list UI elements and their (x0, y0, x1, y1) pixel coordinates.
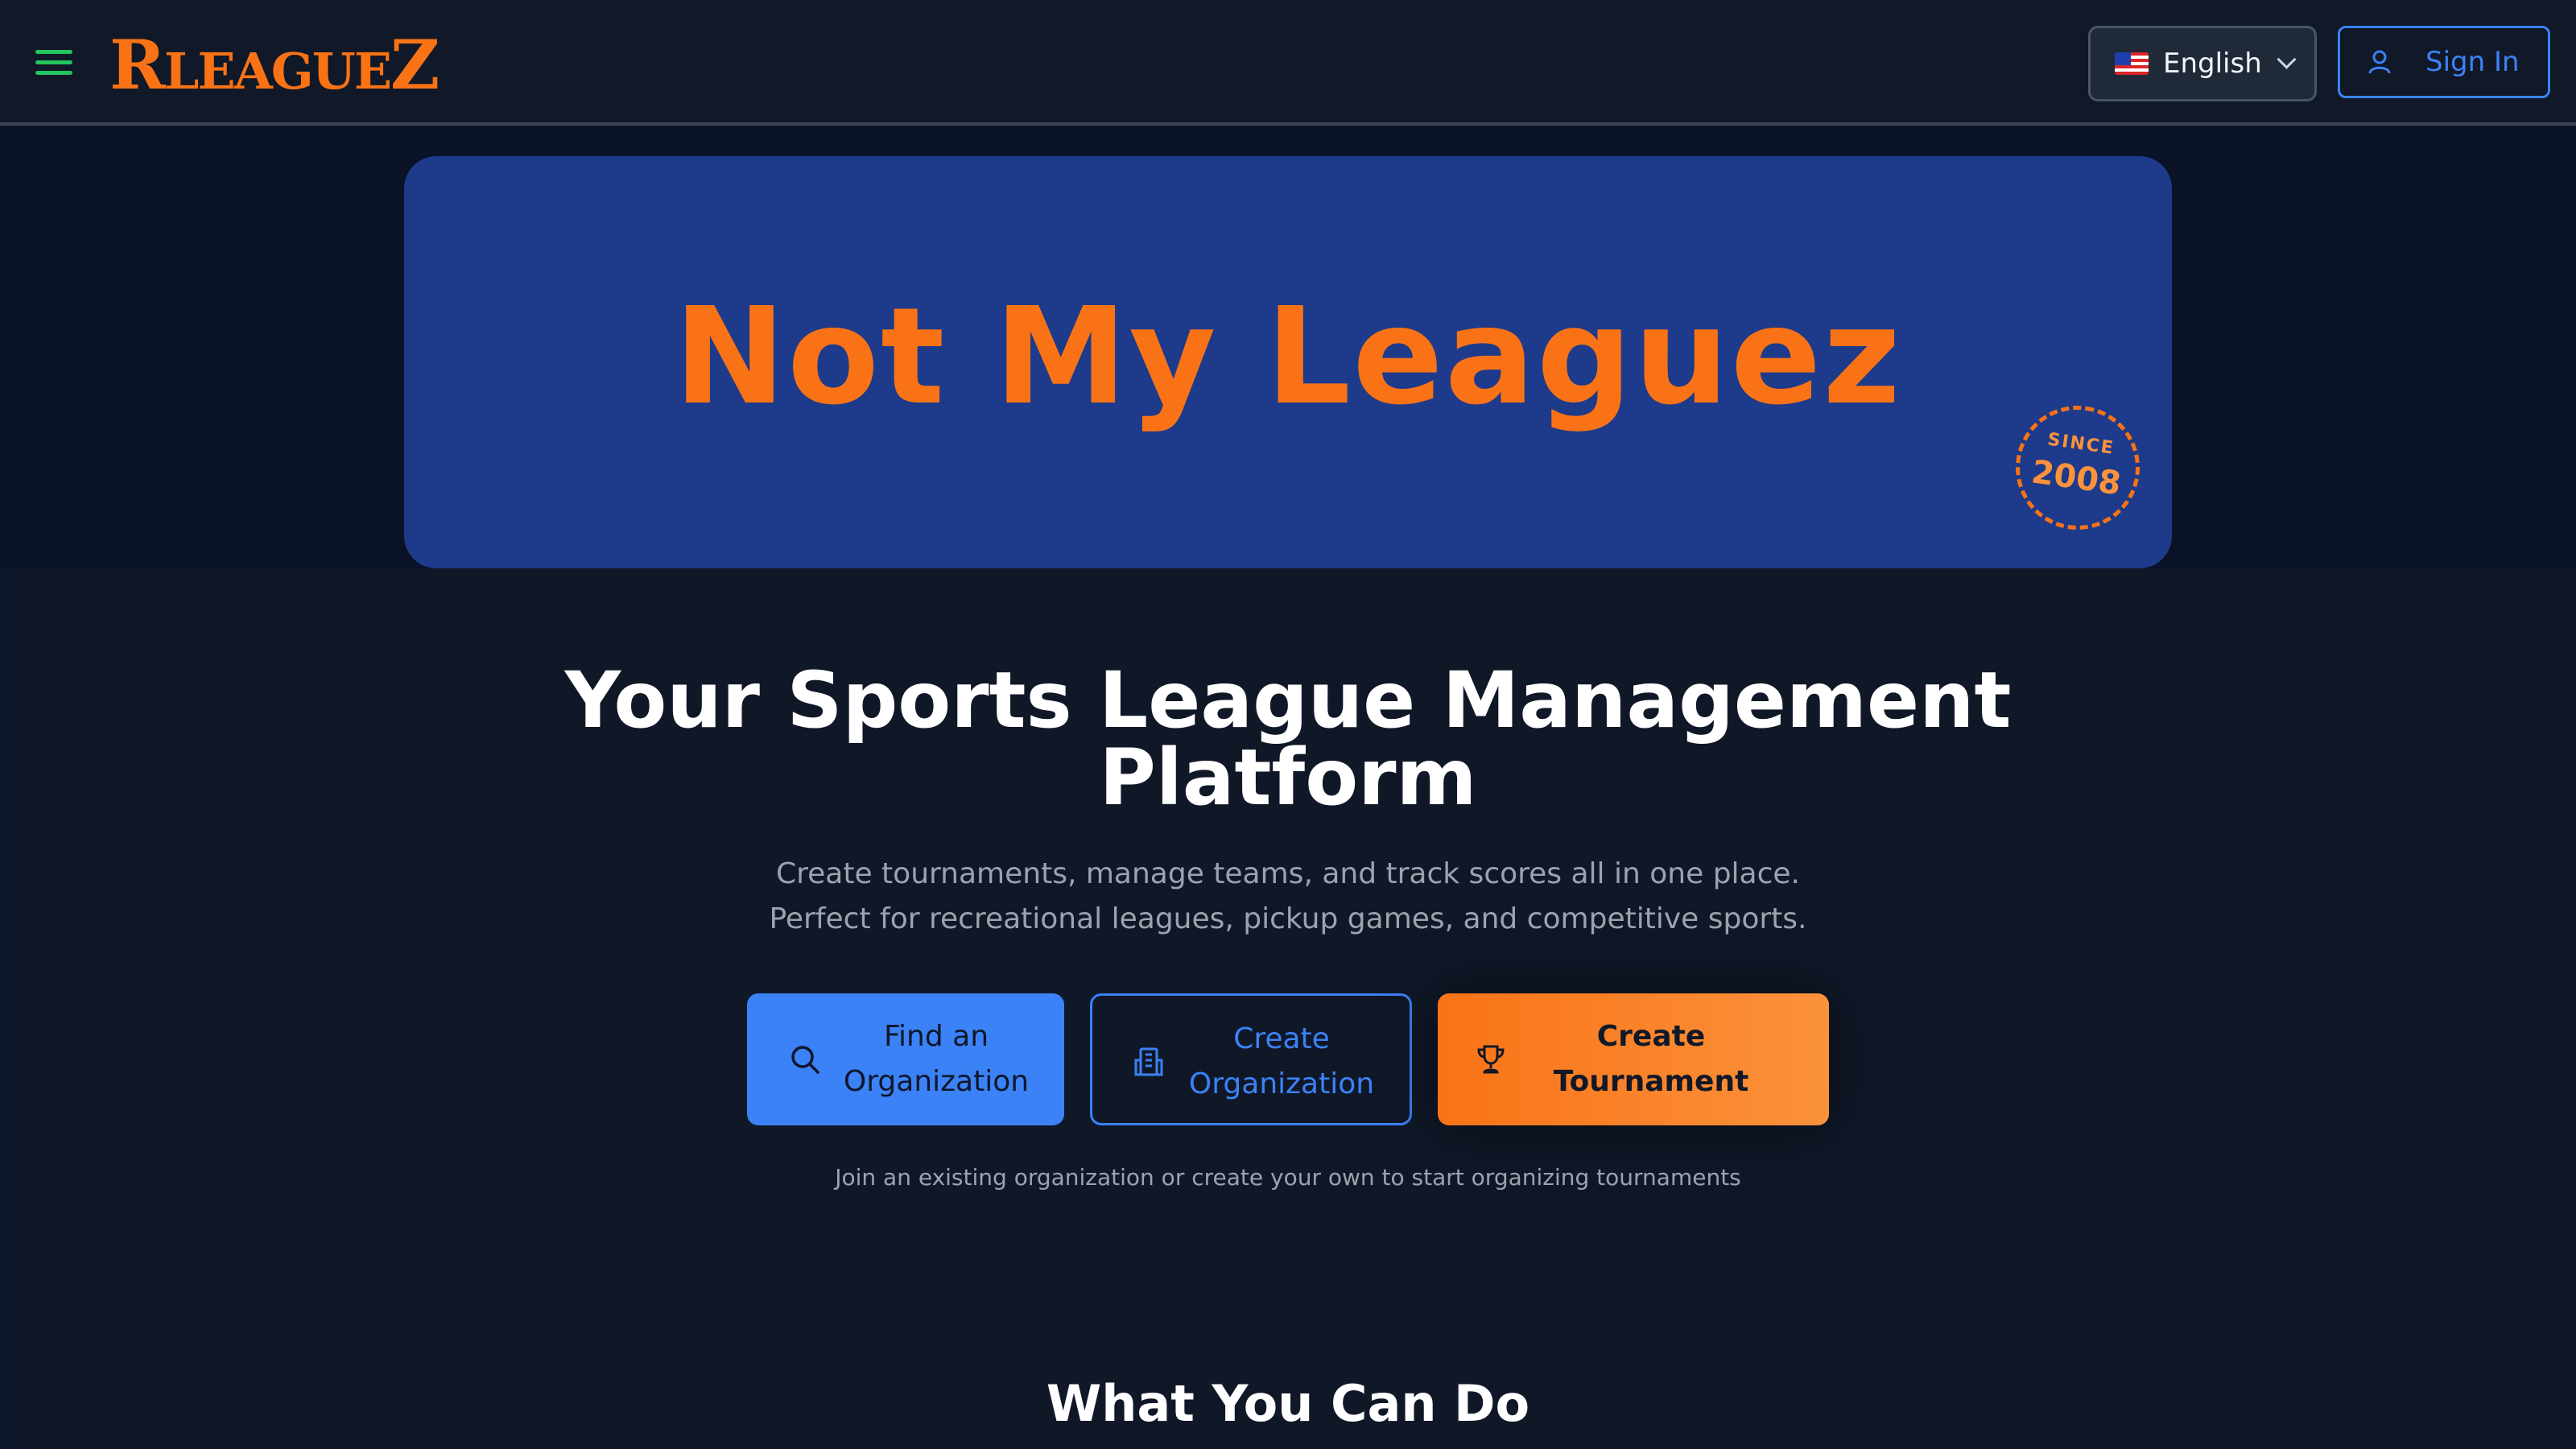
find-organization-label-line-2: Organization (843, 1065, 1030, 1098)
hamburger-menu-icon[interactable] (35, 50, 72, 76)
create-tournament-button[interactable]: Create Tournament (1438, 993, 1829, 1125)
logo-letter-z: Z (390, 25, 440, 105)
sign-in-label: Sign In (2425, 46, 2520, 78)
actions-hint-text: Join an existing organization or create … (835, 1164, 1741, 1191)
page-subtitle: Create tournaments, manage teams, and tr… (483, 852, 2093, 942)
create-organization-label-line-2: Organization (1188, 1067, 1375, 1100)
find-organization-button[interactable]: Find an Organization (747, 993, 1064, 1125)
page-headline: Your Sports League Management Platform (483, 662, 2093, 816)
create-tournament-label-line-2: Tournament (1553, 1065, 1749, 1098)
subtitle-line-2: Perfect for recreational leagues, pickup… (769, 902, 1807, 935)
find-organization-label-line-1: Find an (883, 1020, 989, 1053)
create-organization-label: Create Organization (1173, 1017, 1390, 1107)
organization-banner: Not My Leaguez SINCE 2008 (404, 156, 2172, 568)
create-organization-button[interactable]: Create Organization (1090, 993, 1412, 1125)
headline-line-1: Your Sports League Management (564, 655, 2012, 745)
create-tournament-label-line-1: Create (1596, 1020, 1706, 1053)
user-icon (2368, 50, 2391, 74)
find-organization-label: Find an Organization (828, 1014, 1045, 1104)
logo-word-league: LEAGUE (163, 42, 392, 101)
features-section-title: What You Can Do (1046, 1374, 1530, 1433)
us-flag-icon (2115, 52, 2149, 75)
rleaguez-logo[interactable]: RLEAGUEZ (109, 29, 440, 101)
subtitle-line-1: Create tournaments, manage teams, and tr… (775, 857, 1800, 890)
create-organization-label-line-1: Create (1233, 1022, 1330, 1055)
headline-line-2: Platform (1099, 733, 1477, 823)
top-navigation-bar: RLEAGUEZ English Sign In (0, 0, 2576, 126)
sign-in-button[interactable]: Sign In (2338, 26, 2550, 98)
building-icon (1134, 1047, 1163, 1076)
language-select-value: English (2163, 47, 2262, 80)
create-tournament-label: Create Tournament (1526, 1014, 1776, 1104)
banner-title: Not My Leaguez (674, 279, 1902, 435)
logo-letter-r: R (109, 25, 166, 105)
search-icon (791, 1046, 819, 1074)
language-select[interactable]: English (2088, 26, 2317, 101)
trophy-icon (1477, 1045, 1505, 1074)
chevron-down-icon (2277, 49, 2297, 69)
